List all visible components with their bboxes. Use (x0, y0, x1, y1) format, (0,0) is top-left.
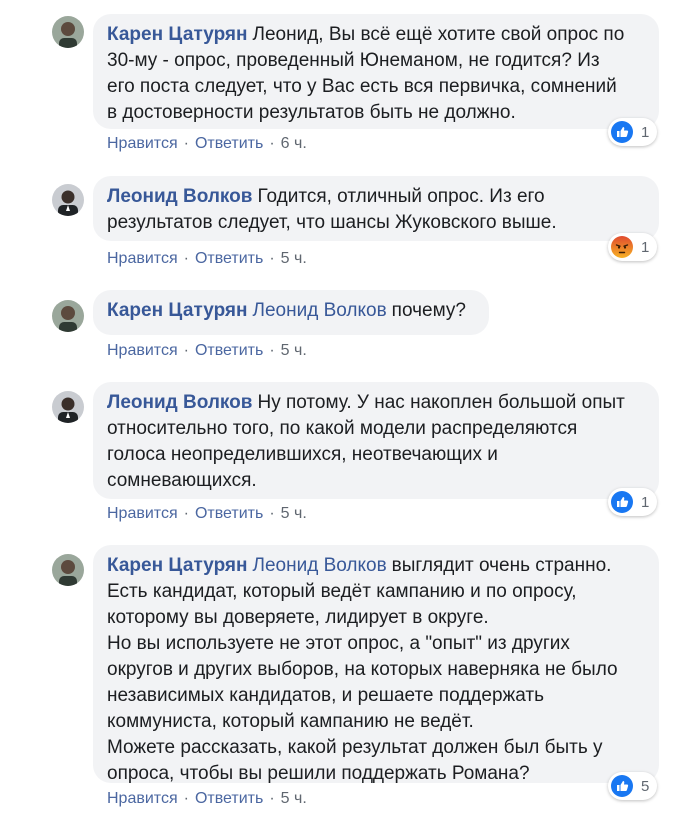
avatar-leonid[interactable] (52, 391, 84, 423)
separator-dot: · (183, 505, 189, 522)
comment-actions: Нравится · Ответить · 5 ч. (107, 504, 307, 524)
separator-dot: · (183, 790, 189, 807)
reply-link[interactable]: Ответить (195, 250, 263, 267)
comment-text: почему? (391, 300, 466, 321)
like-link[interactable]: Нравится (107, 342, 178, 359)
comment-bubble: Карен Цатурян Леонид, Вы всё ещё хотите с… (93, 14, 659, 129)
comment-actions: Нравится · Ответить · 6 ч. (107, 134, 307, 154)
like-icon (611, 491, 633, 513)
like-link[interactable]: Нравится (107, 250, 178, 267)
reaction-count: 1 (641, 238, 650, 256)
reply-link[interactable]: Ответить (195, 505, 263, 522)
like-link[interactable]: Нравится (107, 505, 178, 522)
reaction-count: 5 (641, 777, 650, 795)
separator-dot: · (183, 135, 189, 152)
reply-link[interactable]: Ответить (195, 790, 263, 807)
comment-bubble: Карен Цатурян Леонид Волков выглядит очень… (93, 545, 659, 784)
comment-actions: Нравится · Ответить · 5 ч. (107, 789, 307, 809)
avatar-karen[interactable] (52, 554, 84, 586)
separator-dot: · (269, 250, 275, 267)
separator-dot: · (183, 342, 189, 359)
reaction-badge[interactable]: 1 (608, 233, 658, 261)
separator-dot: · (269, 790, 275, 807)
comment-author[interactable]: Карен Цатурян (107, 24, 248, 45)
reaction-badge[interactable]: 5 (608, 772, 658, 800)
comment-actions: Нравится · Ответить · 5 ч. (107, 249, 307, 269)
like-link[interactable]: Нравится (107, 790, 178, 807)
separator-dot: · (183, 250, 189, 267)
mention-link[interactable]: Леонид Волков (253, 555, 387, 576)
comment-time[interactable]: 5 ч. (281, 790, 307, 807)
comment-bubble: Карен Цатурян Леонид Волков почему? (93, 290, 489, 335)
reaction-count: 1 (641, 123, 650, 141)
reaction-count: 1 (641, 493, 650, 511)
comment-text: выглядит очень странно. Есть кандидат, к… (107, 555, 618, 784)
separator-dot: · (269, 505, 275, 522)
comment-author[interactable]: Леонид Волков (107, 392, 252, 413)
like-icon (611, 775, 633, 797)
reply-link[interactable]: Ответить (195, 342, 263, 359)
comment-time[interactable]: 5 ч. (281, 342, 307, 359)
avatar-leonid[interactable] (52, 184, 84, 216)
avatar-karen[interactable] (52, 300, 84, 332)
like-icon (611, 121, 633, 143)
comment-actions: Нравится · Ответить · 5 ч. (107, 341, 307, 361)
comment-bubble: Леонид Волков Годится, отличный опрос. Из… (93, 176, 659, 241)
comment-time[interactable]: 6 ч. (281, 135, 307, 152)
comment-time[interactable]: 5 ч. (281, 250, 307, 267)
comment-author[interactable]: Леонид Волков (107, 186, 252, 207)
comment-author[interactable]: Карен Цатурян (107, 555, 248, 576)
reaction-badge[interactable]: 1 (608, 118, 658, 146)
reaction-badge[interactable]: 1 (608, 488, 658, 516)
like-link[interactable]: Нравится (107, 135, 178, 152)
comment-thread: Карен Цатурян Леонид, Вы всё ещё хотите с… (0, 0, 674, 819)
separator-dot: · (269, 135, 275, 152)
comment-bubble: Леонид Волков Ну потому. У нас накоплен б… (93, 382, 659, 499)
avatar-karen[interactable] (52, 16, 84, 48)
reply-link[interactable]: Ответить (195, 135, 263, 152)
comment-time[interactable]: 5 ч. (281, 505, 307, 522)
separator-dot: · (269, 342, 275, 359)
comment-author[interactable]: Карен Цатурян (107, 300, 248, 321)
mention-link[interactable]: Леонид Волков (253, 300, 387, 321)
angry-icon (611, 236, 633, 258)
